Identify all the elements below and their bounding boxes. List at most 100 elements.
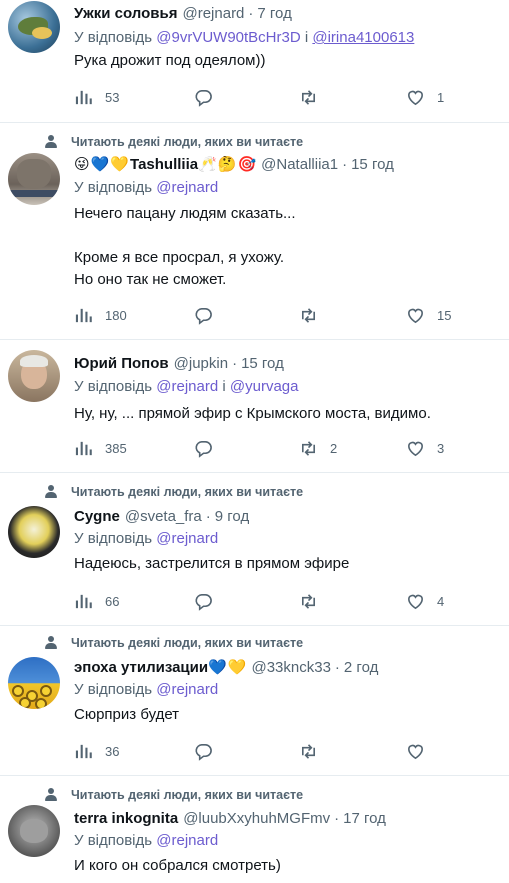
display-name[interactable]: Cygne [74,508,120,525]
separator-dot: · [232,354,238,372]
like-button[interactable]: 1 [406,86,444,108]
person-icon [41,134,63,150]
separator-dot: · [248,4,254,22]
avatar[interactable] [8,153,60,205]
analytics-icon [75,744,92,758]
tweet-text: Сюрприз будет [74,706,180,723]
avatar[interactable] [8,1,60,53]
timestamp[interactable]: 15 год [351,156,394,173]
person-icon [41,484,63,500]
emoji: 💙 [208,658,227,676]
reply-icon [195,743,212,761]
like-count: 3 [437,440,445,456]
social-context: Читають деякі люди, яких ви читаєте [41,484,303,500]
avatar[interactable] [8,350,60,402]
retweet-button[interactable]: 2 [299,437,337,459]
tweet-6[interactable]: Читають деякі люди, яких ви читаєте terr… [0,776,509,883]
display-name[interactable]: Юрий Попов [74,355,169,372]
timestamp[interactable]: 9 год [215,508,249,525]
views-button[interactable]: 385 [74,437,127,459]
timestamp[interactable]: 7 год [257,5,291,22]
and-label: і [222,378,226,395]
separator-dot: · [342,155,348,173]
views-button[interactable]: 36 [74,740,119,762]
heart-icon [408,594,423,609]
like-button[interactable]: 3 [406,437,444,459]
display-name[interactable]: эпоха утилизации [74,659,208,676]
replying-to-label: У відповідь [74,378,153,395]
mention-link[interactable]: @rejnard [156,179,218,196]
separator-dot: · [334,658,340,676]
user-handle[interactable]: @jupkin [174,355,228,372]
avatar[interactable] [8,657,60,709]
retweet-count: 2 [330,440,338,456]
and-label: і [304,29,309,46]
user-handle[interactable]: @rejnard [182,5,244,22]
analytics-icon [75,441,92,455]
display-name[interactable]: Tashulliia [130,156,198,173]
reply-button[interactable] [194,437,225,459]
like-button[interactable]: 4 [406,590,444,612]
mention-link[interactable]: @9vrVUW90tBcHr3D [156,29,300,46]
views-count: 180 [105,307,127,323]
replying-to-label: У відповідь [74,29,153,46]
retweet-icon [301,307,316,323]
analytics-icon [75,90,92,104]
avatar[interactable] [8,805,60,857]
replying-to-label: У відповідь [74,179,153,196]
mention-link[interactable]: @rejnard [156,378,218,395]
retweet-button[interactable] [299,740,330,762]
emoji: 💛 [110,155,130,173]
tweet-header: Cygne @sveta_fra · 9 год [74,505,249,527]
user-handle[interactable]: @Natalliia1 [261,156,338,173]
mention-link[interactable]: @irina4100613 [312,29,414,46]
views-count: 385 [105,440,127,456]
separator-dot: · [334,809,340,827]
reply-button[interactable] [194,86,225,108]
reply-icon [195,89,212,107]
retweet-button[interactable] [299,304,330,326]
tweet-4[interactable]: Читають деякі люди, яких ви читаєте Cygn… [0,473,509,626]
action-bar: 53 1 [74,86,464,108]
retweet-button[interactable] [299,590,330,612]
views-button[interactable]: 180 [74,304,127,326]
reply-context: У відповідь @rejnard і @yurvaga [74,378,298,398]
reply-button[interactable] [194,304,225,326]
like-button[interactable]: 15 [406,304,451,326]
avatar[interactable] [8,506,60,558]
mention-link[interactable]: @rejnard [156,530,218,547]
retweet-icon [301,743,316,759]
tweet-3[interactable]: Юрий Попов @jupkin · 15 год У відповідь … [0,340,509,473]
tweet-1[interactable]: Ужки соловья @rejnard · 7 год У відповід… [0,0,509,123]
reply-button[interactable] [194,740,225,762]
tweet-2[interactable]: Читають деякі люди, яких ви читаєте 😜 💙 … [0,123,509,340]
user-handle[interactable]: @33knck33 [251,659,330,676]
mention-link[interactable]: @rejnard [156,832,218,849]
mention-link[interactable]: @yurvaga [230,378,299,395]
tweet-header: 😜 💙 💛 Tashulliia 🥂 🤔 🎯 @Natalliia1 · 15 … [74,153,394,175]
reply-context: У відповідь @rejnard [74,832,218,852]
timestamp[interactable]: 17 год [343,810,386,827]
tweet-5[interactable]: Читають деякі люди, яких ви читаєте эпох… [0,626,509,776]
like-button[interactable] [406,740,437,762]
user-handle[interactable]: @luubXxyhuhMGFmv [183,810,330,827]
reply-icon [195,440,212,458]
person-icon [41,787,63,803]
timestamp[interactable]: 2 год [344,659,378,676]
emoji: 💙 [90,155,110,173]
retweet-button[interactable] [299,86,330,108]
social-context: Читають деякі люди, яких ви читаєте [41,134,303,150]
reply-context: У відповідь @rejnard [74,530,218,550]
analytics-icon [75,308,92,322]
reply-button[interactable] [194,590,225,612]
social-context-label: Читають деякі люди, яких ви читаєте [71,788,304,802]
views-button[interactable]: 53 [74,86,119,108]
reply-icon [195,593,212,611]
display-name[interactable]: terra inkognita [74,810,178,827]
user-handle[interactable]: @sveta_fra [125,508,202,525]
display-name[interactable]: Ужки соловья [74,5,177,22]
timestamp[interactable]: 15 год [241,355,284,372]
retweet-icon [301,593,316,609]
views-button[interactable]: 66 [74,590,119,612]
mention-link[interactable]: @rejnard [156,681,218,698]
